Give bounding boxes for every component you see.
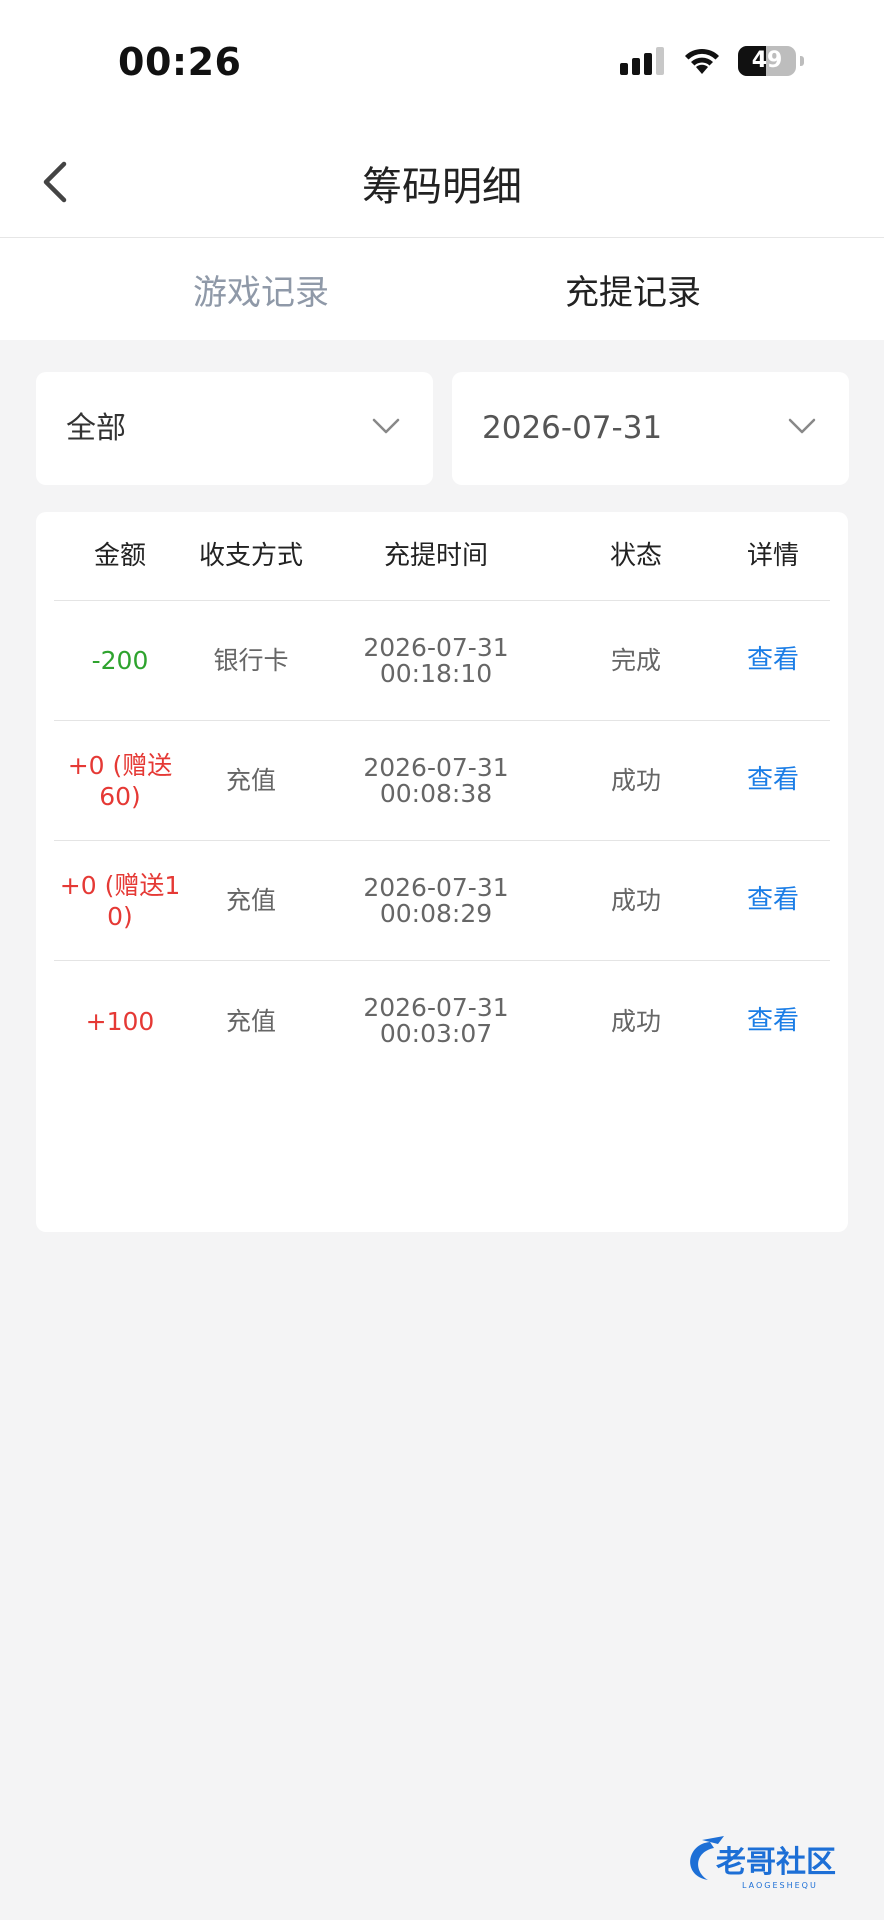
wifi-icon	[685, 48, 719, 74]
view-detail-link[interactable]: 查看	[716, 1006, 830, 1037]
chevron-down-icon	[372, 418, 400, 434]
header-method: 收支方式	[198, 540, 303, 571]
row-time: 2026-07-31 00:03:07	[316, 995, 556, 1047]
row-status: 成功	[610, 766, 661, 795]
status-time: 00:26	[118, 40, 242, 84]
records-table: 金额 收支方式 充提时间 状态 详情 -200 银行卡 2026-07-31 0…	[36, 512, 848, 1232]
row-amount: +100	[54, 1006, 186, 1037]
date-filter-dropdown[interactable]: 2026-07-31	[452, 372, 849, 485]
watermark-subtext: LAOGESHEQU	[742, 1881, 818, 1890]
row-amount-line: -200	[91, 646, 149, 675]
row-amount-line: +0 (赠送	[67, 750, 173, 780]
row-amount-line: 0)	[107, 901, 133, 931]
row-method: 充值	[225, 766, 276, 795]
table-header: 金额 收支方式 充提时间 状态 详情	[54, 512, 830, 601]
row-status: 完成	[610, 646, 661, 675]
signal-icon	[620, 47, 664, 75]
page-title: 筹码明细	[362, 164, 522, 210]
type-filter-dropdown[interactable]: 全部	[36, 372, 433, 485]
row-date: 2026-07-31	[363, 993, 509, 1022]
row-time: 2026-07-31 00:08:29	[316, 872, 556, 928]
table-row: +0 (赠送1 0) 充值 2026-07-31 00:08:29 成功 查看	[54, 841, 830, 961]
row-date: 2026-07-31	[363, 632, 509, 662]
tab-deposit-withdraw-records[interactable]: 充提记录	[442, 238, 884, 340]
row-time: 2026-07-31 00:18:10	[316, 632, 556, 688]
table-row: -200 银行卡 2026-07-31 00:18:10 完成 查看	[54, 601, 830, 721]
row-amount-line: +100	[85, 1006, 155, 1036]
row-date: 2026-07-31	[363, 872, 509, 902]
tab-bar: 游戏记录 充提记录	[0, 238, 884, 340]
header-detail: 详情	[746, 540, 799, 571]
row-clock: 00:08:38	[379, 778, 493, 808]
watermark-logo: 老哥社区 LAOGESHEQU	[690, 1836, 836, 1890]
row-amount: +0 (赠送 60)	[54, 750, 186, 812]
row-clock: 00:08:29	[379, 898, 493, 928]
row-time: 2026-07-31 00:08:38	[316, 752, 556, 808]
row-amount-line: +0 (赠送1	[59, 870, 181, 900]
row-status: 成功	[610, 886, 661, 915]
row-status: 成功	[610, 1006, 661, 1036]
row-amount: +0 (赠送1 0)	[54, 870, 186, 932]
row-date: 2026-07-31	[363, 752, 509, 782]
battery-icon: 49	[738, 46, 796, 76]
battery-nub	[800, 56, 804, 66]
table-row: +100 充值 2026-07-31 00:03:07 成功 查看	[54, 961, 830, 1081]
view-detail-link[interactable]: 查看	[716, 645, 830, 676]
row-clock: 00:18:10	[379, 658, 493, 688]
row-method: 充值	[225, 886, 276, 915]
row-method: 银行卡	[213, 646, 289, 675]
table-row: +0 (赠送 60) 充值 2026-07-31 00:08:38 成功 查看	[54, 721, 830, 841]
header-time: 充提时间	[383, 540, 488, 571]
row-clock: 00:03:07	[379, 1019, 493, 1048]
row-method: 充值	[225, 1006, 276, 1036]
nav-bar: 筹码明细	[0, 120, 884, 238]
header-status: 状态	[609, 540, 662, 571]
header-amount: 金额	[93, 540, 146, 571]
row-amount-line: 60)	[99, 781, 141, 811]
status-icons: 49	[620, 46, 804, 76]
status-bar: 00:26 49	[0, 0, 884, 120]
type-filter-value: 全部	[66, 411, 126, 446]
watermark-text: 老哥社区	[716, 1845, 836, 1880]
date-filter-value: 2026-07-31	[482, 410, 663, 446]
chevron-down-icon	[788, 418, 816, 434]
row-amount: -200	[54, 645, 186, 676]
battery-percent: 49	[751, 48, 783, 73]
view-detail-link[interactable]: 查看	[716, 765, 830, 796]
tab-game-records[interactable]: 游戏记录	[0, 238, 442, 340]
view-detail-link[interactable]: 查看	[716, 885, 830, 916]
